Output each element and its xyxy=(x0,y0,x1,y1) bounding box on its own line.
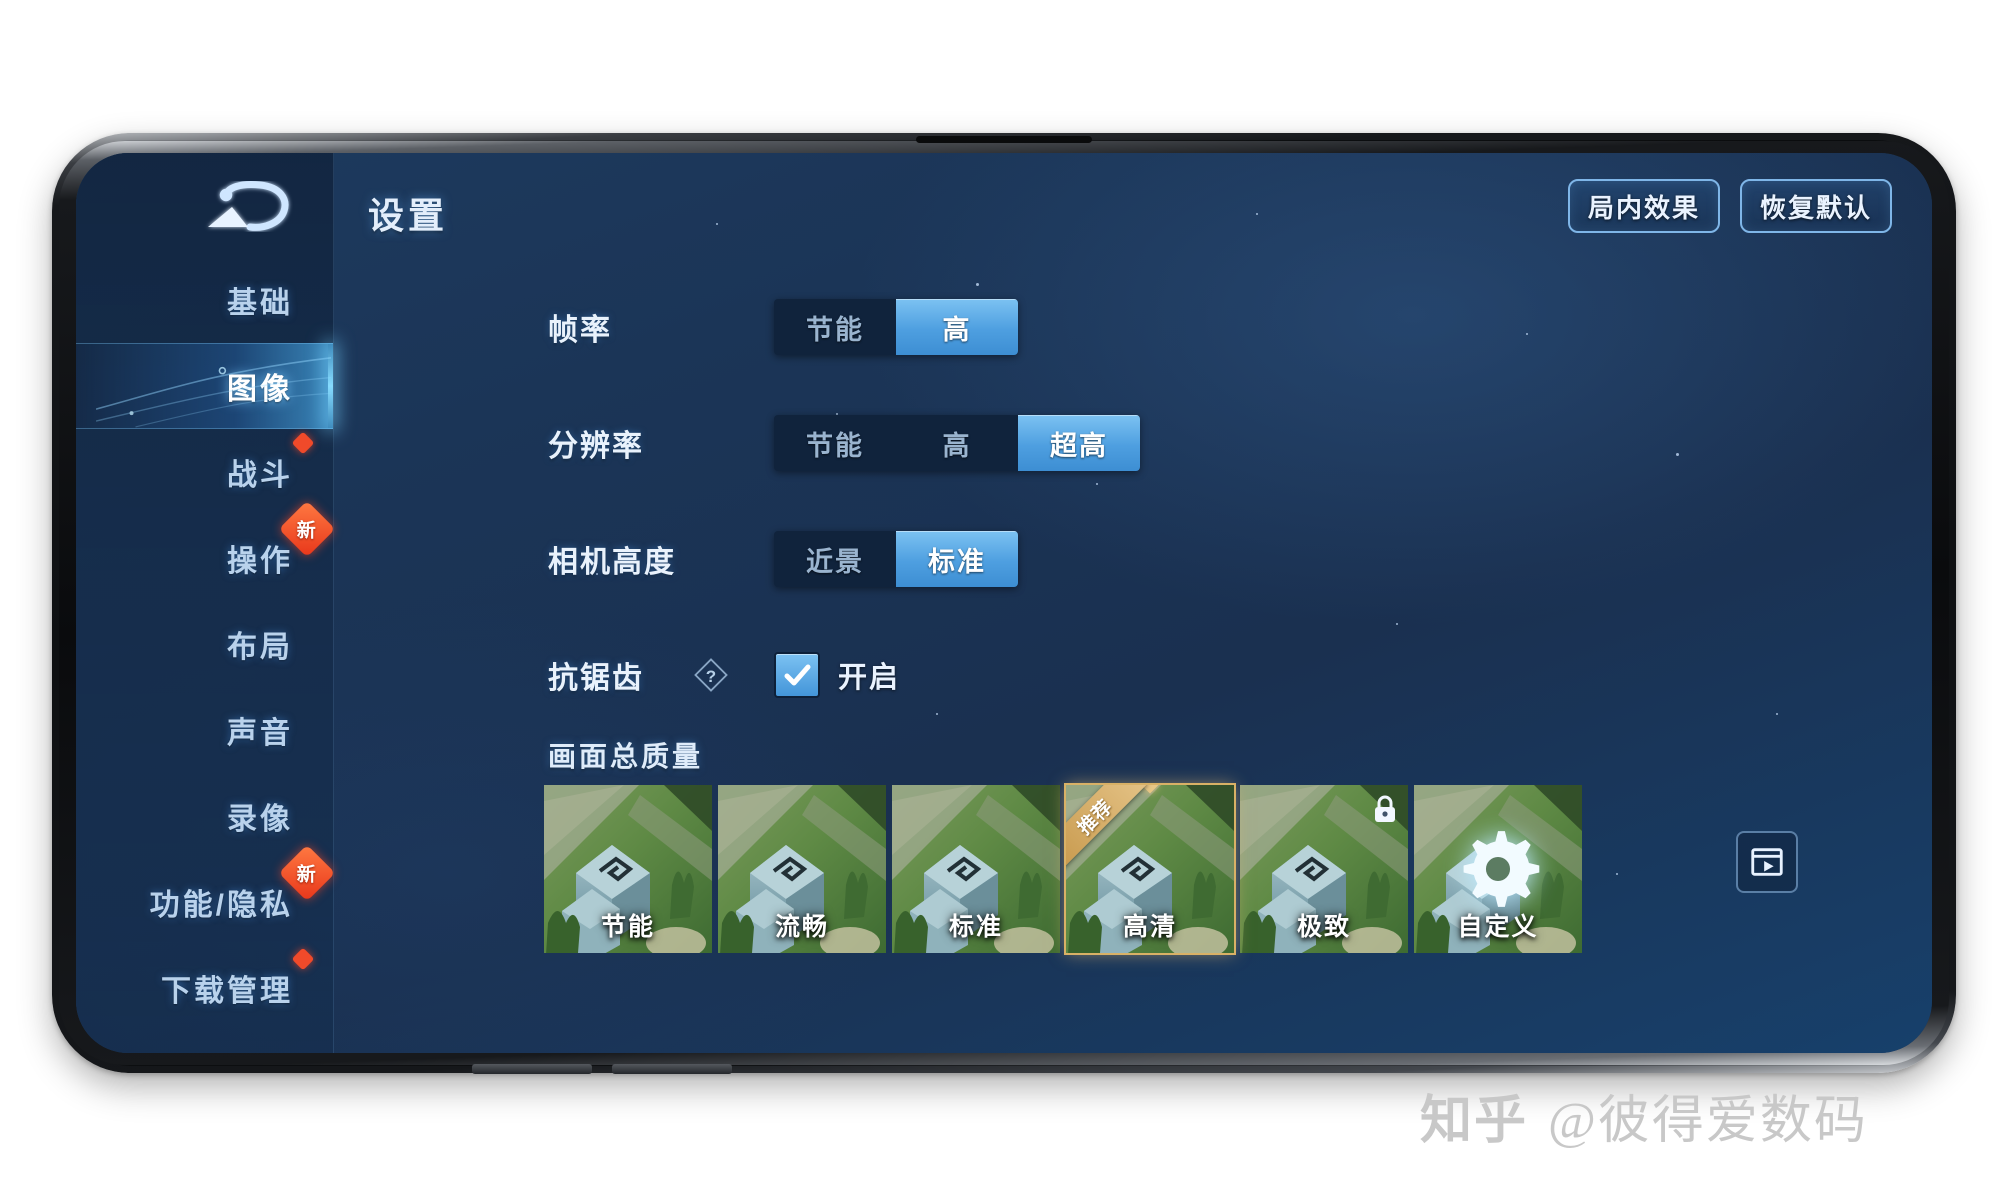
sidebar-item-features-privacy[interactable]: 新 功能/隐私 xyxy=(76,844,336,945)
setting-label: 相机高度 xyxy=(548,546,676,579)
in-game-effects-button[interactable]: 局内效果 xyxy=(1567,179,1720,233)
framerate-option-eco[interactable]: 节能 xyxy=(774,299,896,355)
quality-preset-extreme[interactable]: 极致 xyxy=(1240,785,1408,953)
bottom-button-left xyxy=(472,1064,592,1074)
lock-icon xyxy=(1370,793,1400,825)
preset-label: 自定义 xyxy=(1457,913,1539,941)
preset-label: 流畅 xyxy=(774,913,829,941)
sidebar-item-label: 录像 xyxy=(227,803,293,836)
sidebar-item-graphics[interactable]: 图像 xyxy=(76,343,333,429)
sidebar-nav-list: 基础 图像 战斗 新 操作 布局 声音 录像 新 功能/隐私 下载管理 xyxy=(76,257,336,1031)
settings-content: 设置 局内效果 恢复默认 帧率 节能 高 分辨率 节能 高 超高 相机高度 近景… xyxy=(334,153,1932,1053)
quality-preset-hd[interactable]: 推荐 高清 xyxy=(1064,783,1236,955)
back-arrow-icon[interactable] xyxy=(198,181,294,239)
quality-preset-smooth[interactable]: 流畅 xyxy=(718,785,886,953)
preset-label: 极致 xyxy=(1296,913,1351,941)
camera-height-option-close[interactable]: 近景 xyxy=(774,531,896,587)
check-icon xyxy=(784,664,811,686)
resolution-option-high[interactable]: 高 xyxy=(896,415,1018,471)
settings-rows: 帧率 节能 高 分辨率 节能 高 超高 相机高度 近景 标准 抗锯齿 ? 开启 xyxy=(334,269,1932,733)
resolution-segmented-control: 节能 高 超高 xyxy=(774,415,1140,471)
earpiece-speaker xyxy=(916,136,1092,143)
badge-new-label: 新 xyxy=(297,864,317,886)
question-diamond-icon[interactable]: ? xyxy=(694,658,728,692)
resolution-option-ultra[interactable]: 超高 xyxy=(1018,415,1140,471)
setting-row-resolution: 分辨率 节能 高 超高 xyxy=(334,385,1932,501)
sidebar-item-sound[interactable]: 声音 xyxy=(76,687,333,773)
sidebar-item-label: 声音 xyxy=(227,717,293,750)
camera-height-segmented-control: 近景 标准 xyxy=(774,531,1018,587)
preset-label: 标准 xyxy=(948,913,1003,941)
framerate-option-high[interactable]: 高 xyxy=(896,299,1018,355)
quality-preset-eco[interactable]: 节能 xyxy=(544,785,712,953)
sidebar-item-label: 下载管理 xyxy=(161,975,293,1008)
sidebar-item-label: 布局 xyxy=(227,631,293,664)
swoosh-decoration xyxy=(96,357,332,428)
sidebar-item-label: 操作 xyxy=(227,545,293,578)
badge-dot-icon xyxy=(291,431,315,455)
resolution-option-eco[interactable]: 节能 xyxy=(774,415,896,471)
quality-preset-custom[interactable]: 自定义 xyxy=(1414,785,1582,953)
preset-label: 高清 xyxy=(1122,913,1177,941)
antialiasing-toggle[interactable]: 开启 xyxy=(774,652,900,698)
svg-text:?: ? xyxy=(706,667,716,686)
screenshot-root: 基础 图像 战斗 新 操作 布局 声音 录像 新 功能/隐私 下载管理 设置 局… xyxy=(0,0,2000,1200)
sidebar-item-layout[interactable]: 布局 xyxy=(76,601,333,687)
antialiasing-label: 开启 xyxy=(838,662,901,694)
sidebar-item-label: 图像 xyxy=(227,373,293,406)
sidebar-item-download-manager[interactable]: 下载管理 xyxy=(76,945,333,1031)
antialiasing-checkbox[interactable] xyxy=(774,652,820,698)
quality-preset-list: 节能 流畅 标准 推荐 高清 极致 自定义 xyxy=(544,783,1582,955)
setting-row-framerate: 帧率 节能 高 xyxy=(334,269,1932,385)
camera-height-option-standard[interactable]: 标准 xyxy=(896,531,1018,587)
sidebar-item-label: 战斗 xyxy=(227,459,293,492)
preset-label: 节能 xyxy=(600,913,655,941)
setting-label: 分辨率 xyxy=(548,430,644,463)
framerate-segmented-control: 节能 高 xyxy=(774,299,1018,355)
watermark-site: 知乎 xyxy=(1420,1093,1529,1150)
watermark-author: @彼得爱数码 xyxy=(1548,1093,1868,1150)
bottom-button-right xyxy=(612,1064,732,1074)
quality-section-title: 画面总质量 xyxy=(548,741,704,772)
page-title: 设置 xyxy=(368,195,449,236)
sidebar-item-controls[interactable]: 新 操作 xyxy=(76,500,336,601)
restore-defaults-button[interactable]: 恢复默认 xyxy=(1739,179,1892,233)
sidebar-item-basic[interactable]: 基础 xyxy=(76,257,333,343)
badge-dot-icon xyxy=(291,947,315,971)
sidebar: 基础 图像 战斗 新 操作 布局 声音 录像 新 功能/隐私 下载管理 xyxy=(76,153,336,1053)
setting-row-camera-height: 相机高度 近景 标准 xyxy=(334,501,1932,617)
setting-label: 帧率 xyxy=(548,314,612,347)
sidebar-item-label: 基础 xyxy=(227,287,293,320)
sidebar-item-label: 功能/隐私 xyxy=(149,889,293,922)
gear-icon xyxy=(1455,826,1541,912)
phone-device: 基础 图像 战斗 新 操作 布局 声音 录像 新 功能/隐私 下载管理 设置 局… xyxy=(52,133,1956,1074)
phone-screen: 基础 图像 战斗 新 操作 布局 声音 录像 新 功能/隐私 下载管理 设置 局… xyxy=(76,153,1932,1053)
sidebar-item-recording[interactable]: 录像 xyxy=(76,773,333,859)
badge-new-label: 新 xyxy=(297,520,317,542)
watermark: 知乎 @彼得爱数码 xyxy=(1420,1078,1868,1153)
setting-label: 抗锯齿 xyxy=(548,662,644,695)
sidebar-item-battle[interactable]: 战斗 xyxy=(76,429,333,515)
top-actions: 局内效果 恢复默认 xyxy=(1567,179,1892,233)
setting-row-antialiasing: 抗锯齿 ? 开启 xyxy=(334,617,1932,733)
video-preview-icon[interactable] xyxy=(1736,831,1798,893)
quality-preset-standard[interactable]: 标准 xyxy=(892,785,1060,953)
